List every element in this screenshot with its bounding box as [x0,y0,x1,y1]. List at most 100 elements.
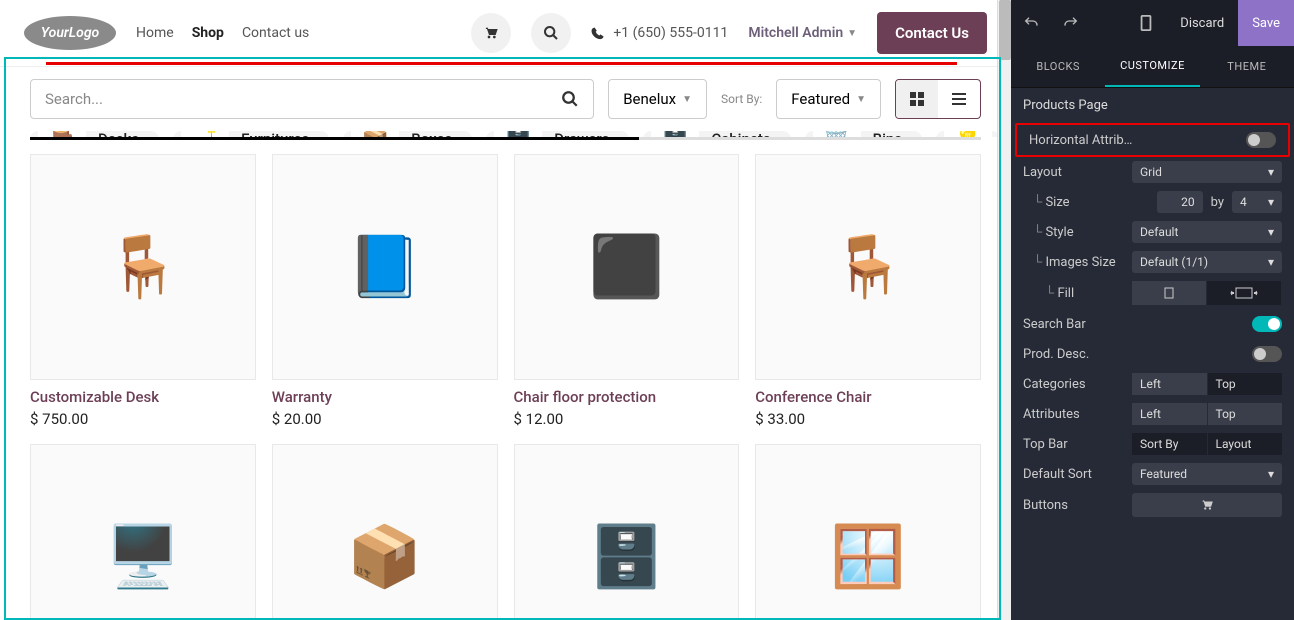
layout-select[interactable]: Grid▾ [1132,161,1282,183]
product-card[interactable]: 🖥️ [30,444,256,620]
list-view-button[interactable] [938,80,980,118]
contact-us-button[interactable]: Contact Us [877,12,987,54]
list-icon [951,91,967,107]
nav-home[interactable]: Home [136,25,174,41]
chevron-down-icon: ▼ [847,28,857,39]
sort-dropdown[interactable]: Featured ▼ [776,79,881,119]
categories-row-label: Categories [1023,377,1124,392]
product-image: 🪑 [755,154,981,380]
categories-left-button[interactable]: Left [1132,373,1208,395]
chevron-down-icon: ▾ [1268,255,1274,269]
product-card[interactable]: 🪟 [755,444,981,620]
site-header: YourLogo Home Shop Contact us +1 (650) 5… [0,0,1011,67]
topbar-row-label: Top Bar [1023,437,1124,452]
search-box[interactable] [30,79,594,119]
layout-label: Layout [1023,165,1124,180]
undo-button[interactable] [1011,0,1051,46]
discard-button[interactable]: Discard [1166,0,1238,46]
proddesc-toggle[interactable] [1252,346,1282,362]
product-image: 🪟 [755,444,981,620]
cols-select[interactable]: 4▾ [1232,191,1282,213]
horizontal-attrib-label: Horizontal Attrib… [1029,133,1238,148]
fill-label: Fill [1023,285,1124,301]
fill-options [1132,281,1282,305]
size-by: by [1211,195,1224,210]
drop-indicator [46,62,957,65]
user-menu[interactable]: Mitchell Admin ▼ [748,25,857,41]
search-button[interactable] [531,13,571,53]
buttons-cart-option[interactable] [1132,493,1282,517]
phone-text: +1 (650) 555-0111 [613,25,728,41]
nav-shop[interactable]: Shop [192,25,224,41]
categories-position: Left Top [1132,373,1282,395]
product-card[interactable]: 📘 Warranty $ 20.00 [272,154,498,428]
region-dropdown[interactable]: Benelux ▼ [608,79,707,119]
nav-contact[interactable]: Contact us [242,25,309,41]
product-card[interactable]: 🗄️ [514,444,740,620]
size-label: Size [1023,194,1149,210]
product-card[interactable]: 🪑 Customizable Desk $ 750.00 [30,154,256,428]
product-price: $ 33.00 [755,410,981,428]
topbar-layout-button[interactable]: Layout [1208,433,1283,455]
grid-view-button[interactable] [896,80,938,118]
product-price: $ 750.00 [30,410,256,428]
categories-top-button[interactable]: Top [1208,373,1283,395]
tab-customize[interactable]: CUSTOMIZE [1105,46,1199,87]
contain-icon [1159,287,1179,299]
attributes-left-button[interactable]: Left [1132,403,1208,425]
sort-value: Featured [791,90,850,108]
style-label: Style [1023,224,1124,240]
editor-panel: Discard Save BLOCKS CUSTOMIZE THEME Prod… [1011,0,1294,620]
product-grid: 🪑 Customizable Desk $ 750.00 📘 Warranty … [0,154,1011,620]
attributes-row-label: Attributes [1023,407,1124,422]
attributes-top-button[interactable]: Top [1208,403,1283,425]
product-image: 🪑 [30,154,256,380]
style-select[interactable]: Default▾ [1132,221,1282,243]
fill-contain-button[interactable] [1132,281,1207,305]
category-scroll-indicator [30,137,981,140]
grid-icon [909,91,925,107]
site-logo[interactable]: YourLogo [24,16,116,50]
main-nav: Home Shop Contact us [136,25,309,41]
topbar-sortby-button[interactable]: Sort By [1132,433,1208,455]
attributes-position: Left Top [1132,403,1282,425]
fill-cover-button[interactable] [1207,281,1282,305]
product-name: Chair floor protection [514,388,740,406]
mobile-preview-button[interactable] [1126,0,1166,46]
images-size-select[interactable]: Default (1/1)▾ [1132,251,1282,273]
product-name: Conference Chair [755,388,981,406]
mobile-icon [1140,15,1152,31]
product-image: 📦 [272,444,498,620]
size-input[interactable] [1157,191,1203,213]
search-input[interactable] [45,90,561,108]
save-button[interactable]: Save [1238,0,1294,46]
chevron-down-icon: ▾ [1268,467,1274,481]
product-image: 🗄️ [514,444,740,620]
section-title: Products Page [1011,88,1294,123]
editor-topbar: Discard Save [1011,0,1294,46]
product-card[interactable]: 🪑 Conference Chair $ 33.00 [755,154,981,428]
search-icon [543,25,559,41]
product-card[interactable]: ⬛ Chair floor protection $ 12.00 [514,154,740,428]
undo-icon [1023,15,1039,31]
highlighted-option: Horizontal Attrib… [1015,123,1290,157]
tab-blocks[interactable]: BLOCKS [1011,46,1105,87]
product-price: $ 20.00 [272,410,498,428]
redo-button[interactable] [1051,0,1091,46]
defaultsort-label: Default Sort [1023,467,1124,482]
tab-theme[interactable]: THEME [1200,46,1294,87]
cart-button[interactable] [471,13,511,53]
editor-tabs: BLOCKS CUSTOMIZE THEME [1011,46,1294,88]
horizontal-attrib-toggle[interactable] [1246,132,1276,148]
user-name: Mitchell Admin [748,25,843,41]
defaultsort-select[interactable]: Featured▾ [1132,463,1282,485]
searchbar-label: Search Bar [1023,317,1244,332]
cart-icon [483,25,499,41]
main-scrollbar[interactable] [997,0,1011,620]
searchbar-toggle[interactable] [1252,316,1282,332]
product-image: ⬛ [514,154,740,380]
product-image: 🖥️ [30,444,256,620]
product-card[interactable]: 📦 [272,444,498,620]
phone-number: +1 (650) 555-0111 [591,25,728,41]
buttons-row-label: Buttons [1023,498,1124,513]
